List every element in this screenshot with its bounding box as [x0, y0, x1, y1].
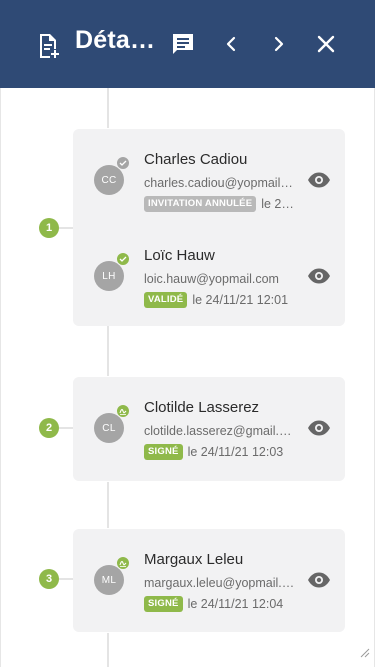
- step-card: CC Charles Cadiou charles.cadiou@yopmail…: [73, 129, 345, 326]
- status-date: le 24/11/21 12:01: [192, 293, 289, 307]
- status-badge: VALIDÉ: [144, 292, 188, 308]
- status-date: le 24/11/21 12:01: [261, 197, 296, 211]
- page-title: Détails du document: [75, 26, 155, 54]
- signer-name: Loïc Hauw: [144, 247, 215, 264]
- eye-icon[interactable]: [307, 572, 331, 588]
- status-badge: SIGNÉ: [144, 596, 183, 612]
- step-connector: [59, 427, 73, 429]
- signature-badge-icon: [116, 404, 130, 418]
- header-bar: Détails du document: [0, 0, 375, 88]
- signer-row: CL Clotilde Lasserez clotilde.lasserez@g…: [73, 392, 345, 462]
- status-badge: INVITATION ANNULÉE: [144, 196, 257, 212]
- close-icon[interactable]: [316, 34, 336, 54]
- signer-name: Clotilde Lasserez: [144, 399, 260, 416]
- steps-panel: 1 CC Charles Cadiou charles.cadiou@yopma…: [0, 88, 375, 667]
- signer-email: charles.cadiou@yopmail.com: [144, 176, 296, 190]
- eye-icon[interactable]: [307, 172, 331, 188]
- step-number: 1: [39, 218, 59, 238]
- signer-status: VALIDÉ le 24/11/21 12:01: [144, 292, 296, 308]
- comment-icon[interactable]: [171, 32, 195, 56]
- signer-row: CC Charles Cadiou charles.cadiou@yopmail…: [73, 144, 345, 214]
- timeline-line: [107, 326, 109, 376]
- signature-badge-icon: [116, 556, 130, 570]
- timeline-line: [107, 633, 109, 667]
- check-badge-icon: [116, 252, 130, 266]
- timeline-line: [107, 88, 109, 128]
- signer-email: clotilde.lasserez@gmail.com: [144, 424, 296, 438]
- status-date: le 24/11/21 12:03: [187, 445, 284, 459]
- status-date: le 24/11/21 12:04: [187, 597, 284, 611]
- timeline-line: [107, 482, 109, 528]
- step-number: 3: [39, 569, 59, 589]
- signer-name: Margaux Leleu: [144, 551, 244, 568]
- signer-name: Charles Cadiou: [144, 151, 248, 168]
- signer-row: LH Loïc Hauw loic.hauw@yopmail.com VALID…: [73, 240, 345, 310]
- eye-icon[interactable]: [307, 420, 331, 436]
- step-connector: [59, 578, 73, 580]
- check-badge-icon: [116, 156, 130, 170]
- step-card: ML Margaux Leleu margaux.leleu@yopmail.c…: [73, 529, 345, 632]
- step-connector: [59, 227, 73, 229]
- document-add-icon[interactable]: [36, 32, 62, 60]
- resize-handle-icon[interactable]: [360, 645, 370, 663]
- signer-email: margaux.leleu@yopmail.com: [144, 576, 296, 590]
- signer-row: ML Margaux Leleu margaux.leleu@yopmail.c…: [73, 544, 345, 614]
- chevron-right-icon[interactable]: [270, 35, 288, 53]
- signer-status: INVITATION ANNULÉE le 24/11/21 12:01: [144, 196, 296, 212]
- status-badge: SIGNÉ: [144, 444, 183, 460]
- signer-email: loic.hauw@yopmail.com: [144, 272, 279, 286]
- signer-status: SIGNÉ le 24/11/21 12:03: [144, 444, 296, 460]
- signer-status: SIGNÉ le 24/11/21 12:04: [144, 596, 296, 612]
- eye-icon[interactable]: [307, 268, 331, 284]
- chevron-left-icon[interactable]: [222, 35, 240, 53]
- step-card: CL Clotilde Lasserez clotilde.lasserez@g…: [73, 377, 345, 481]
- step-number: 2: [39, 418, 59, 438]
